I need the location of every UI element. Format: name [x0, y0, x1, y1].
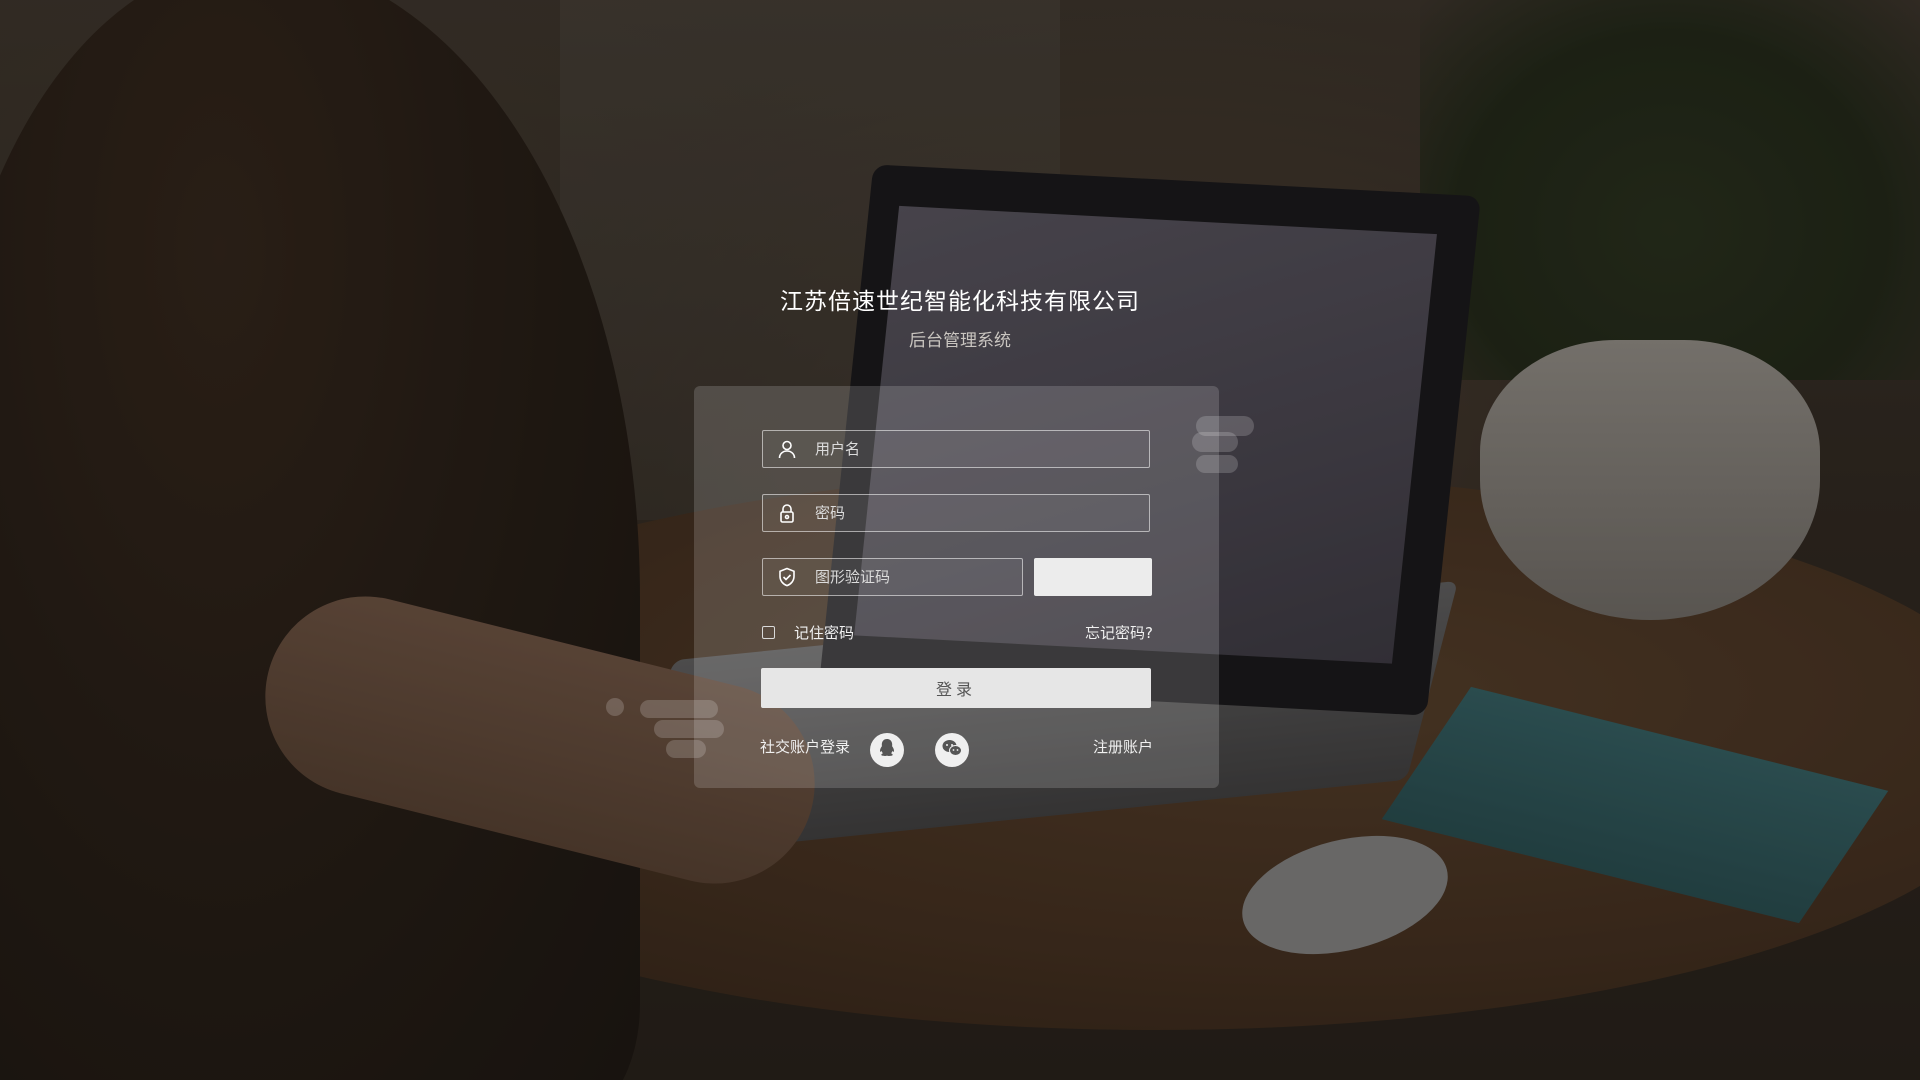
login-button[interactable]: 登录 — [761, 668, 1151, 708]
social-login-label: 社交账户登录 — [760, 738, 851, 756]
user-icon — [777, 439, 797, 459]
register-link[interactable]: 注册账户 — [1093, 736, 1153, 757]
remember-password[interactable]: 记住密码 — [762, 622, 854, 642]
remember-checkbox[interactable] — [762, 625, 775, 639]
remember-label: 记住密码 — [794, 623, 855, 642]
captcha-image[interactable] — [1034, 558, 1152, 596]
captcha-field[interactable] — [762, 558, 1023, 596]
lock-icon — [777, 503, 797, 523]
username-input[interactable] — [815, 431, 1141, 467]
company-title: 江苏倍速世纪智能化科技有限公司 — [780, 289, 1140, 315]
login-panel: 记住密码 忘记密码? 登录 社交账户登录 注册账户 — [694, 386, 1219, 788]
password-field[interactable] — [762, 494, 1150, 532]
qq-icon — [878, 738, 896, 762]
system-subtitle: 后台管理系统 — [909, 331, 1011, 351]
qq-login-button[interactable] — [870, 733, 904, 767]
wechat-login-button[interactable] — [935, 733, 969, 767]
wechat-icon — [941, 738, 963, 762]
forgot-password-link[interactable]: 忘记密码? — [1085, 622, 1153, 643]
username-field[interactable] — [762, 430, 1150, 468]
captcha-input[interactable] — [815, 559, 1014, 595]
decorative-dot — [606, 698, 624, 716]
password-input[interactable] — [815, 495, 1141, 531]
shield-icon — [777, 567, 797, 587]
